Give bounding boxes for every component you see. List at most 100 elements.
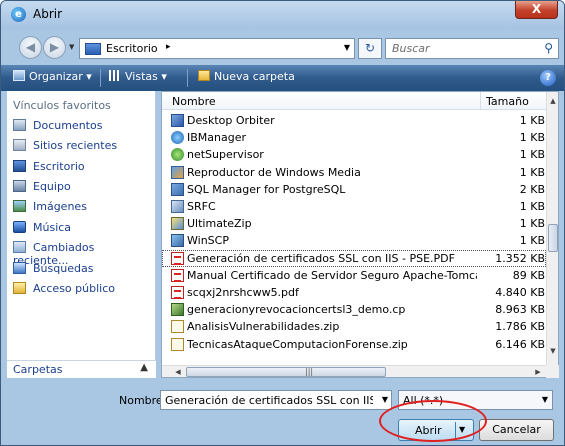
file-type-dropdown-icon[interactable]: ▼ — [542, 395, 548, 404]
breadcrumb-escritorio[interactable]: Escritorio — [106, 42, 158, 55]
filename-value[interactable]: Generación de certificados SSL con IIS -… — [165, 394, 373, 407]
sidebar-item-label: Música — [33, 221, 72, 234]
column-header-size[interactable]: Tamaño — [486, 95, 529, 108]
file-list: Nombre Tamaño Desktop Orbiter 1 KB IBManag… — [161, 91, 559, 378]
app-shortcut-icon — [171, 234, 184, 248]
file-name: generacionyrevocacioncertsl3_demo.cp — [187, 303, 406, 317]
file-row[interactable]: Generación de certificados SSL con IIS -… — [162, 249, 546, 267]
pdf-file-icon — [171, 251, 184, 265]
help-icon[interactable]: ? — [540, 70, 556, 86]
address-bar[interactable]: Escritorio ▸ ▼ — [79, 38, 355, 59]
sidebar-item-5[interactable]: Música — [13, 221, 153, 239]
horizontal-scroll-thumb[interactable]: ||| — [186, 367, 386, 377]
file-row[interactable]: Reproductor de Windows Media 1 KB — [162, 164, 546, 181]
sidebar-item-label: Sitios recientes — [33, 139, 118, 152]
sidebar-item-8[interactable]: Acceso público — [13, 282, 153, 300]
scroll-up-icon[interactable]: ▲ — [548, 94, 558, 108]
file-size: 6.146 KB — [495, 337, 545, 351]
file-row[interactable]: TecnicasAtaqueComputacionForense.zip 6.14… — [162, 336, 546, 353]
scroll-right-icon[interactable]: ▶ — [532, 366, 544, 378]
recent-pages-dropdown-icon[interactable]: ▼ — [69, 43, 74, 51]
cp-file-icon — [171, 303, 184, 317]
vertical-scrollbar[interactable]: ▲ ▼ — [546, 92, 558, 377]
pdf-file-icon — [171, 286, 184, 299]
views-icon — [109, 70, 121, 81]
file-row[interactable]: netSupervisor 1 KB — [162, 146, 546, 163]
app-shortcut-icon — [171, 182, 184, 196]
pdf-file-icon — [171, 268, 184, 282]
sidebar-item-7[interactable]: Búsquedas — [13, 262, 153, 280]
address-row: ◀ ▶ ▼ Escritorio ▸ ▼ ↻ Buscar ⚲ — [1, 29, 564, 65]
filename-field[interactable]: Generación de certificados SSL con IIS -… — [160, 390, 392, 410]
file-row[interactable]: AnalisisVulnerabilidades.zip 1.786 KB — [162, 318, 546, 335]
back-button[interactable]: ◀ — [19, 36, 42, 59]
file-size: 1 KB — [519, 131, 545, 145]
file-name: Generación de certificados SSL con IIS -… — [187, 251, 455, 265]
file-row[interactable]: UltimateZip 1 KB — [162, 215, 546, 232]
file-name: Manual Certificado de Servidor Seguro Ap… — [187, 268, 477, 282]
file-size: 1.352 KB — [495, 251, 545, 265]
sidebar-item-6[interactable]: Cambiados reciente... — [13, 241, 153, 267]
public-icon — [13, 282, 26, 294]
organize-icon — [13, 70, 25, 81]
title-bar[interactable]: e Abrir X — [1, 1, 564, 29]
search-icon[interactable]: ⚲ — [544, 41, 553, 55]
file-size: 2 KB — [519, 182, 545, 196]
sidebar-item-0[interactable]: Documentos — [13, 119, 153, 137]
close-button[interactable]: X — [515, 1, 558, 19]
organize-menu[interactable]: Organizar ▾ — [13, 70, 92, 83]
file-row[interactable]: Manual Certificado de Servidor Seguro Ap… — [162, 267, 546, 284]
horizontal-scrollbar[interactable]: ◀ ||| ▶ — [162, 365, 546, 377]
new-folder-button[interactable]: Nueva carpeta — [198, 70, 295, 83]
file-type-select[interactable]: All (*.*) ▼ — [398, 390, 553, 410]
file-size: 1 KB — [519, 114, 545, 127]
file-row[interactable]: WinSCP 1 KB — [162, 232, 546, 249]
scroll-left-icon[interactable]: ◀ — [172, 366, 184, 378]
open-button-label: Abrir — [415, 424, 442, 437]
views-menu[interactable]: Vistas ▾ — [109, 70, 167, 83]
filename-dropdown-icon[interactable]: ▼ — [382, 395, 388, 404]
folders-toggle[interactable]: Carpetas ▲ — [7, 360, 156, 378]
sidebar-item-2[interactable]: Escritorio — [13, 160, 153, 178]
breadcrumb-arrow[interactable]: ▸ — [166, 42, 171, 52]
file-size: 1 KB — [519, 200, 545, 213]
file-type-value: All (*.*) — [403, 394, 444, 407]
chevron-up-icon[interactable]: ▲ — [140, 362, 148, 373]
file-name: SQL Manager for PostgreSQL — [187, 182, 346, 196]
pictures-icon — [13, 200, 26, 212]
window-title: Abrir — [33, 7, 63, 21]
refresh-button[interactable]: ↻ — [358, 38, 382, 59]
file-row[interactable]: scqxj2nrshcww5.pdf 4.840 KB — [162, 284, 546, 301]
file-row[interactable]: IBManager 1 KB — [162, 129, 546, 146]
sidebar-item-3[interactable]: Equipo — [13, 180, 153, 198]
toolbar-divider — [100, 69, 101, 87]
sidebar-item-4[interactable]: Imágenes — [13, 200, 153, 218]
column-header-name[interactable]: Nombre — [172, 95, 216, 108]
dialog-footer: Nombre: Generación de certificados SSL c… — [1, 379, 564, 445]
file-row[interactable]: Desktop Orbiter 1 KB — [162, 112, 546, 129]
file-name: SRFC — [187, 200, 216, 213]
file-row[interactable]: generacionyrevocacioncertsl3_demo.cp 8.96… — [162, 301, 546, 318]
command-toolbar: Organizar ▾ Vistas ▾ Nueva carpeta ? — [1, 65, 564, 91]
computer-icon — [13, 180, 26, 192]
ie-icon: e — [11, 7, 26, 22]
sidebar-item-1[interactable]: Sitios recientes — [13, 139, 153, 157]
favorites-header: Vínculos favoritos — [13, 99, 111, 112]
vertical-scroll-thumb[interactable] — [548, 224, 558, 252]
search-input[interactable]: Buscar ⚲ — [385, 38, 559, 59]
music-icon — [13, 221, 26, 233]
open-options-dropdown-icon[interactable]: ▼ — [459, 425, 465, 434]
file-row[interactable]: SRFC 1 KB — [162, 198, 546, 215]
recently-changed-icon — [13, 241, 26, 253]
folders-label: Carpetas — [13, 363, 63, 376]
scroll-down-icon[interactable]: ▼ — [548, 344, 558, 358]
forward-button[interactable]: ▶ — [43, 36, 66, 59]
file-size: 1 KB — [519, 165, 545, 179]
search-placeholder: Buscar — [392, 42, 430, 55]
file-row[interactable]: SQL Manager for PostgreSQL 2 KB — [162, 181, 546, 198]
cancel-button[interactable]: Cancelar — [479, 419, 554, 441]
open-button[interactable]: Abrir ▼ — [398, 419, 474, 441]
sidebar-item-label: Imágenes — [33, 200, 87, 213]
address-dropdown-icon[interactable]: ▼ — [344, 43, 350, 52]
column-divider[interactable] — [480, 92, 481, 110]
